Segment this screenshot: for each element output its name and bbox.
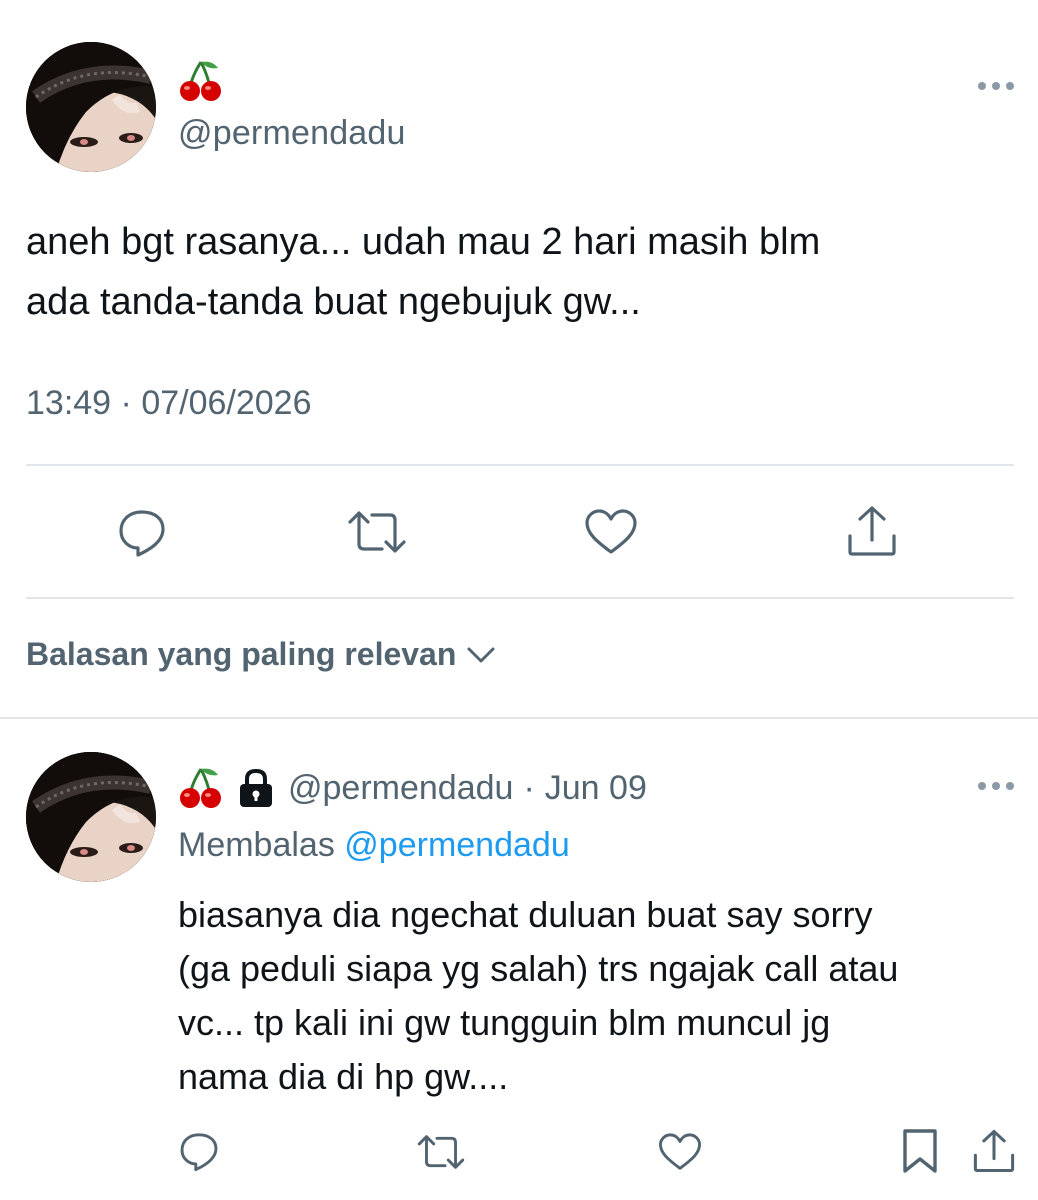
author-handle[interactable]: @permendadu: [178, 114, 406, 153]
reply-reply-button[interactable]: [178, 1130, 220, 1172]
retweet-icon: [417, 1135, 465, 1169]
reply-like-button[interactable]: [658, 1132, 702, 1172]
tweet-date: 07/06/2026: [141, 384, 312, 422]
avatar[interactable]: [26, 42, 156, 172]
cherry-emoji-icon: [178, 58, 224, 104]
tweet-text-line: aneh bgt rasanya... udah mau 2 hari masi…: [26, 221, 821, 263]
more-horizontal-icon: [978, 82, 1014, 90]
reply-separator: ·: [523, 768, 535, 807]
share-icon: [973, 1130, 1015, 1172]
divider: [26, 597, 1014, 599]
reply-more-options-button[interactable]: [976, 776, 1016, 796]
more-options-button[interactable]: [976, 76, 1016, 96]
more-horizontal-icon: [978, 782, 1014, 790]
replying-to-mention[interactable]: @permendadu: [344, 826, 569, 864]
reply-sort-dropdown[interactable]: Balasan yang paling relevan: [26, 636, 496, 673]
cherry-emoji-icon: [180, 768, 221, 808]
reply-text-line: vc... tp kali ini gw tungguin blm muncul…: [178, 1002, 831, 1043]
avatar-image: [26, 752, 156, 882]
reply-text: biasanya dia ngechat duluan buat say sor…: [178, 888, 1018, 1104]
timestamp-separator: ·: [120, 384, 132, 422]
retweet-button[interactable]: [346, 508, 408, 556]
reply-text-line: nama dia di hp gw....: [178, 1056, 509, 1097]
tweet-text-line: ada tanda-tanda buat ngebujuk gw...: [26, 281, 641, 323]
replying-to: Membalas @permendadu: [178, 826, 570, 865]
like-button[interactable]: [584, 508, 638, 556]
bookmark-icon: [903, 1129, 937, 1173]
reply-date[interactable]: Jun 09: [545, 769, 647, 808]
lock-icon: [240, 768, 272, 807]
reply-bookmark-button[interactable]: [900, 1128, 940, 1174]
divider: [0, 717, 1038, 719]
divider: [26, 464, 1014, 466]
tweet-time: 13:49: [26, 384, 112, 422]
share-button[interactable]: [846, 504, 898, 558]
reply-header: @permendadu · Jun 09: [178, 764, 647, 812]
reply-share-button[interactable]: [972, 1128, 1016, 1174]
reply-retweet-button[interactable]: [416, 1132, 466, 1172]
reply-text-line: biasanya dia ngechat duluan buat say sor…: [178, 894, 873, 935]
reply-author-handle[interactable]: @permendadu: [288, 769, 513, 808]
tweet-timestamp[interactable]: 13:49 · 07/06/2026: [26, 384, 312, 423]
retweet-icon: [348, 511, 406, 553]
chevron-down-icon: [467, 647, 495, 662]
tweet-text: aneh bgt rasanya... udah mau 2 hari masi…: [26, 212, 1006, 332]
replying-to-label: Membalas: [178, 826, 335, 864]
reply-icon: [180, 1133, 218, 1172]
share-icon: [848, 506, 896, 556]
reply-sort-label: Balasan yang paling relevan: [26, 636, 457, 672]
reply-avatar[interactable]: [26, 752, 156, 882]
reply-icon: [119, 510, 165, 557]
heart-icon: [585, 509, 637, 554]
reply-button[interactable]: [116, 506, 168, 558]
heart-icon: [658, 1133, 702, 1170]
reply-text-line: (ga peduli siapa yg salah) trs ngajak ca…: [178, 948, 899, 989]
avatar-image: [26, 42, 156, 172]
